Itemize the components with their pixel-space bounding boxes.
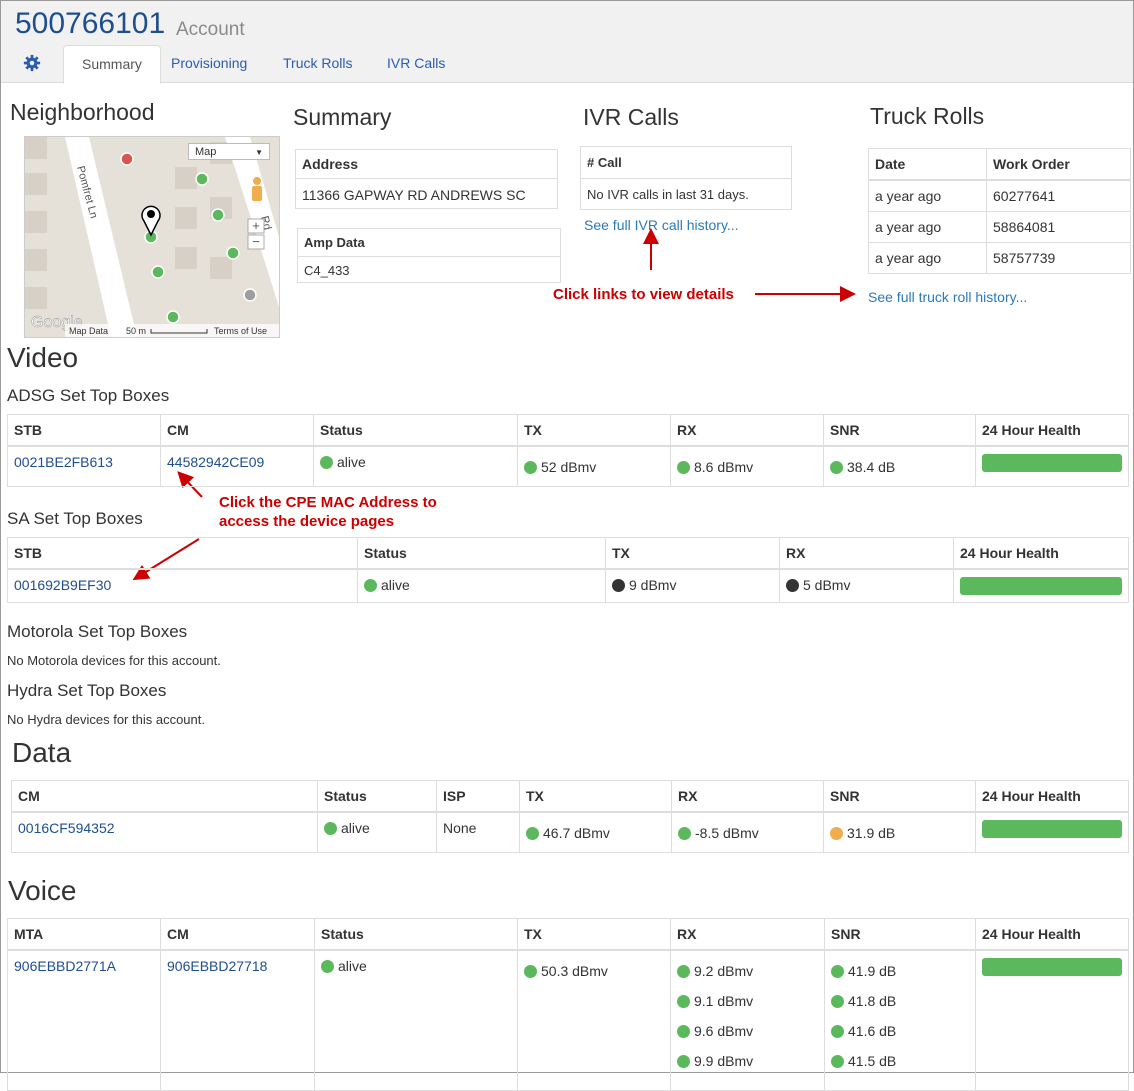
- health-bar: [982, 454, 1122, 472]
- data-header-tx: TX: [519, 780, 672, 813]
- adsg-header-cm: CM: [160, 414, 314, 447]
- health-bar: [982, 958, 1122, 976]
- adsg-header-tx: TX: [517, 414, 671, 447]
- data-header-isp: ISP: [436, 780, 520, 813]
- voice-status: alive: [338, 958, 367, 974]
- voice-snr: 41.5 dB: [848, 1053, 897, 1069]
- sa-header-health: 24 Hour Health: [953, 537, 1129, 570]
- adsg-header-health: 24 Hour Health: [975, 414, 1129, 447]
- adsg-stb-link[interactable]: 0021BE2FB613: [14, 454, 113, 470]
- voice-header-snr: SNR: [824, 918, 976, 951]
- data-rx: -8.5 dBmv: [695, 825, 759, 841]
- health-bar: [960, 577, 1122, 595]
- data-header-cm: CM: [11, 780, 318, 813]
- adsg-status: alive: [337, 454, 366, 470]
- adsg-rx: 8.6 dBmv: [694, 459, 754, 475]
- voice-tx: 50.3 dBmv: [541, 963, 608, 979]
- adsg-tx: 52 dBmv: [541, 459, 597, 475]
- status-dot-icon: [831, 1055, 844, 1068]
- sa-header-tx: TX: [605, 537, 780, 570]
- adsg-snr: 38.4 dB: [847, 459, 896, 475]
- voice-rx: 9.1 dBmv: [694, 993, 754, 1009]
- cpe-annotation-line1: Click the CPE MAC Address to: [219, 494, 437, 511]
- status-dot-icon: [677, 1055, 690, 1068]
- data-isp: None: [443, 820, 477, 836]
- adsg-header-stb: STB: [7, 414, 161, 447]
- data-status: alive: [341, 820, 370, 836]
- sa-header-stb: STB: [7, 537, 358, 570]
- status-dot-icon: [612, 579, 625, 592]
- status-dot-icon: [831, 965, 844, 978]
- data-header-status: Status: [317, 780, 437, 813]
- table-row: 001692B9EF30 alive 9 dBmv 5 dBmv: [7, 568, 1129, 603]
- voice-snr: 41.6 dB: [848, 1023, 897, 1039]
- status-dot-icon: [320, 456, 333, 469]
- voice-cm-link[interactable]: 906EBBD27718: [167, 958, 267, 974]
- hydra-empty-text: No Hydra devices for this account.: [7, 712, 205, 727]
- voice-rx: 9.9 dBmv: [694, 1053, 754, 1069]
- voice-header-rx: RX: [670, 918, 825, 951]
- status-dot-icon: [831, 1025, 844, 1038]
- status-dot-icon: [786, 579, 799, 592]
- data-header-health: 24 Hour Health: [975, 780, 1129, 813]
- voice-snr: 41.8 dB: [848, 993, 897, 1009]
- video-title: Video: [7, 342, 79, 373]
- status-dot-icon: [524, 965, 537, 978]
- data-header-snr: SNR: [823, 780, 976, 813]
- voice-snr: 41.9 dB: [848, 963, 897, 979]
- data-table: CM Status ISP TX RX SNR 24 Hour Health 0…: [11, 780, 1129, 853]
- adsg-header-status: Status: [313, 414, 518, 447]
- data-snr: 31.9 dB: [847, 825, 896, 841]
- adsg-header-rx: RX: [670, 414, 824, 447]
- cpe-annotation-line2: access the device pages: [219, 513, 395, 530]
- sa-header-status: Status: [357, 537, 606, 570]
- status-dot-icon: [831, 995, 844, 1008]
- adsg-header-snr: SNR: [823, 414, 976, 447]
- motorola-title: Motorola Set Top Boxes: [7, 622, 188, 641]
- adsg-table: STB CM Status TX RX SNR 24 Hour Health 0…: [7, 414, 1129, 487]
- sa-header-rx: RX: [779, 537, 954, 570]
- status-dot-icon: [324, 822, 337, 835]
- voice-table: MTA CM Status TX RX SNR 24 Hour Health 9…: [7, 918, 1129, 1091]
- status-dot-icon: [677, 461, 690, 474]
- table-row: 0016CF594352 alive None 46.7 dBmv -8.5 d…: [11, 811, 1129, 853]
- data-tx: 46.7 dBmv: [543, 825, 610, 841]
- motorola-empty-text: No Motorola devices for this account.: [7, 653, 221, 668]
- voice-header-tx: TX: [517, 918, 671, 951]
- voice-rx: 9.6 dBmv: [694, 1023, 754, 1039]
- voice-header-status: Status: [314, 918, 518, 951]
- data-title: Data: [12, 737, 72, 768]
- status-dot-icon: [830, 461, 843, 474]
- voice-title: Voice: [8, 875, 77, 906]
- table-row: 0021BE2FB613 44582942CE09 alive 52 dBmv …: [7, 445, 1129, 487]
- adsg-title: ADSG Set Top Boxes: [7, 386, 170, 405]
- status-dot-icon: [677, 1025, 690, 1038]
- status-dot-icon: [830, 827, 843, 840]
- voice-mta-link[interactable]: 906EBBD2771A: [14, 958, 116, 974]
- sa-status: alive: [381, 577, 410, 593]
- status-dot-icon: [526, 827, 539, 840]
- sa-title: SA Set Top Boxes: [7, 509, 143, 528]
- data-header-rx: RX: [671, 780, 824, 813]
- data-cm-link[interactable]: 0016CF594352: [18, 820, 115, 836]
- health-bar: [982, 820, 1122, 838]
- status-dot-icon: [677, 965, 690, 978]
- status-dot-icon: [524, 461, 537, 474]
- status-dot-icon: [678, 827, 691, 840]
- status-dot-icon: [364, 579, 377, 592]
- table-row: 906EBBD2771A 906EBBD27718 alive 50.3 dBm…: [7, 949, 1129, 1091]
- hydra-title: Hydra Set Top Boxes: [7, 681, 167, 700]
- voice-header-cm: CM: [160, 918, 315, 951]
- voice-header-health: 24 Hour Health: [975, 918, 1129, 951]
- adsg-cm-link[interactable]: 44582942CE09: [167, 454, 264, 470]
- sa-table: STB Status TX RX 24 Hour Health 001692B9…: [7, 537, 1129, 603]
- sa-rx: 5 dBmv: [803, 577, 851, 593]
- sa-tx: 9 dBmv: [629, 577, 677, 593]
- status-dot-icon: [677, 995, 690, 1008]
- status-dot-icon: [321, 960, 334, 973]
- sa-stb-link[interactable]: 001692B9EF30: [14, 577, 111, 593]
- voice-rx: 9.2 dBmv: [694, 963, 754, 979]
- voice-header-mta: MTA: [7, 918, 161, 951]
